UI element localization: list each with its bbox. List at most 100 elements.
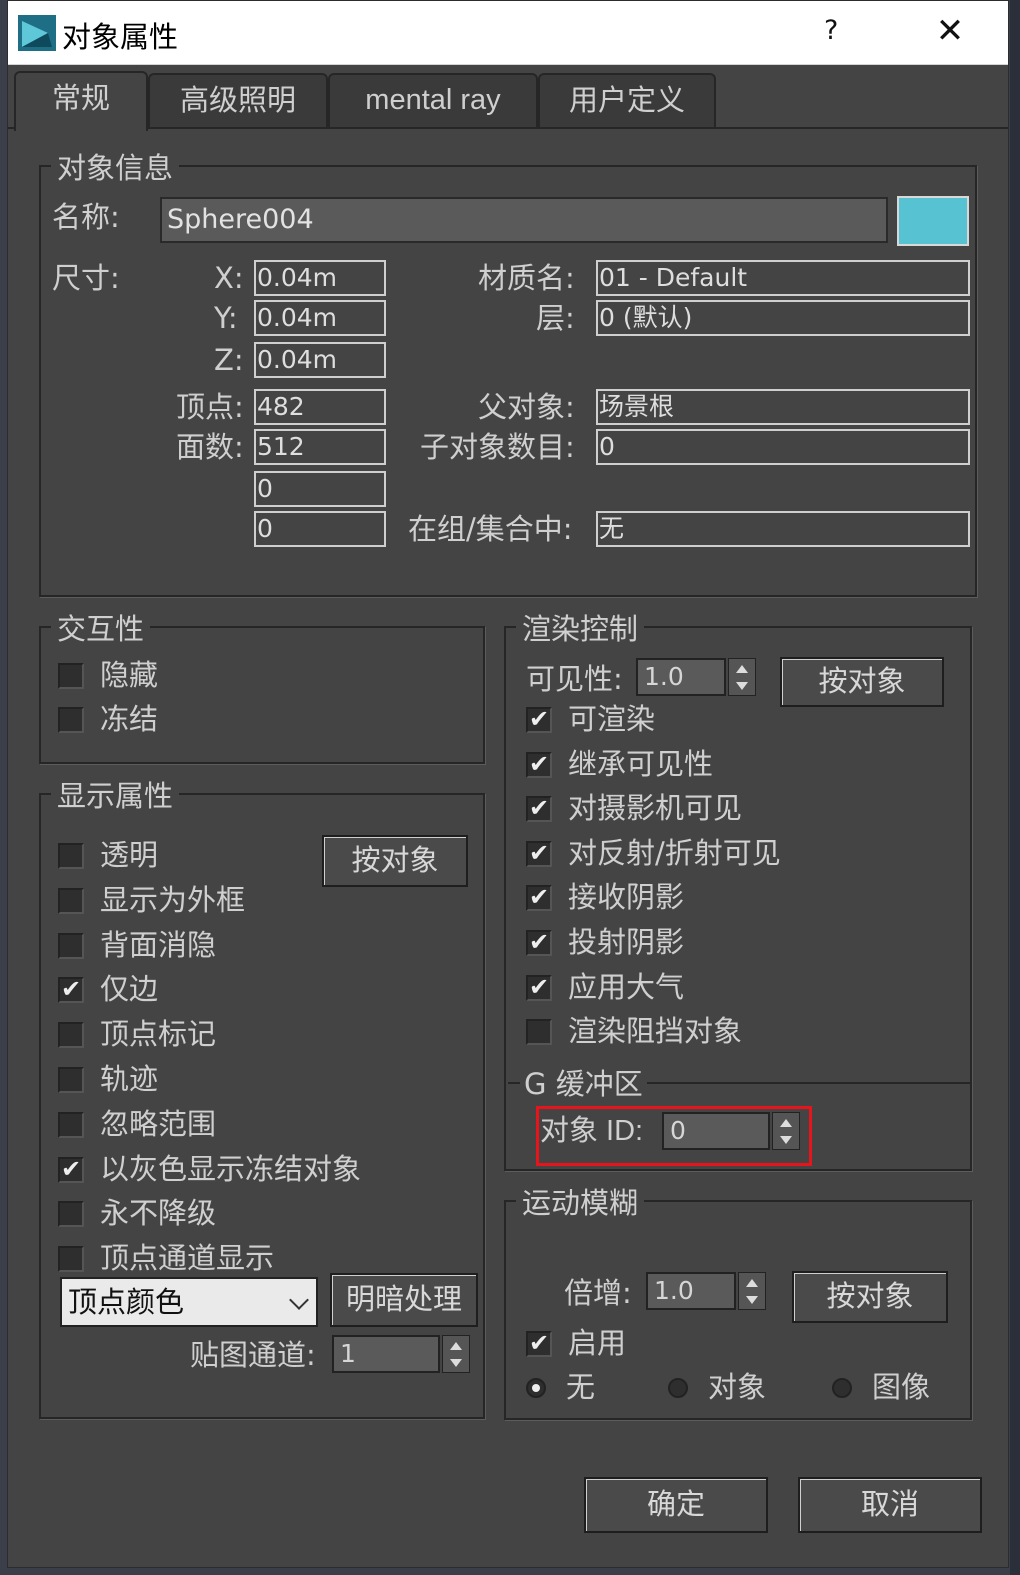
checkbox-box[interactable]: ✔ [526, 1330, 552, 1357]
vertices-label: 顶点: [176, 390, 244, 424]
checkbox-box[interactable] [58, 707, 84, 733]
name-input[interactable]: Sphere004 [160, 197, 888, 243]
visibility-value[interactable]: 1.0 [636, 658, 726, 696]
checkbox-label: 对摄影机可见 [568, 791, 743, 826]
help-button[interactable]: ? [824, 15, 838, 46]
cancel-button[interactable]: 取消 [798, 1477, 982, 1533]
render-checkbox-0[interactable]: ✔ 可渲染 [526, 701, 906, 737]
checkbox-box[interactable] [58, 1201, 84, 1228]
z-field: 0.04m [254, 342, 386, 378]
radio-none-label: 无 [566, 1370, 596, 1404]
checkbox-box[interactable]: ✔ [526, 840, 552, 867]
checkbox-box[interactable] [58, 663, 84, 689]
display-checkbox-4[interactable]: 顶点标记 [58, 1016, 438, 1052]
ok-button[interactable]: 确定 [584, 1477, 768, 1533]
checkbox-box[interactable] [58, 932, 84, 959]
checkbox-box[interactable] [58, 1067, 84, 1093]
render-control-legend: 渲染控制 [516, 606, 645, 648]
render-checkbox-5[interactable]: ✔ 投射阴影 [526, 924, 906, 960]
shade-button[interactable]: 明暗处理 [330, 1273, 478, 1327]
spinner-arrows-icon[interactable] [442, 1335, 470, 1373]
checkbox-box[interactable]: ✔ [526, 751, 552, 778]
interactivity-checkbox-1[interactable]: 冻结 [58, 701, 438, 737]
checkbox-label: 背面消隐 [100, 927, 217, 962]
enable-label: 启用 [568, 1326, 627, 1360]
checkbox-box[interactable]: ✔ [58, 1156, 84, 1183]
display-checkbox-7[interactable]: ✔ 以灰色显示冻结对象 [58, 1151, 438, 1187]
multiplier-spinner[interactable]: 1.0 [646, 1272, 768, 1310]
visibility-spinner[interactable]: 1.0 [636, 658, 758, 696]
checkbox-box[interactable]: ✔ [526, 705, 552, 733]
checkmark-icon: ✔ [529, 883, 550, 912]
render-checkbox-4[interactable]: ✔ 接收阴影 [526, 879, 906, 915]
checkbox-box[interactable] [58, 1111, 84, 1138]
map-channel-value[interactable]: 1 [332, 1335, 440, 1373]
checkmark-icon: ✔ [529, 705, 550, 733]
spinner-arrows-icon[interactable] [728, 658, 756, 696]
checkmark-icon: ✔ [529, 794, 550, 823]
faces-field: 512 [254, 429, 386, 465]
checkbox-label: 以灰色显示冻结对象 [100, 1151, 362, 1186]
background-strip [1010, 0, 1020, 1575]
display-checkbox-9[interactable]: 顶点通道显示 [58, 1240, 438, 1276]
checkbox-box[interactable]: ✔ [526, 974, 552, 1001]
radio-image[interactable]: 图像 [832, 1369, 972, 1405]
material-label: 材质名: [478, 261, 575, 295]
radio-object[interactable]: 对象 [668, 1369, 808, 1405]
checkbox-box[interactable]: ✔ [58, 976, 84, 1004]
visibility-label: 可见性: [526, 662, 623, 696]
render-checkbox-1[interactable]: ✔ 继承可见性 [526, 746, 906, 782]
checkbox-box[interactable]: ✔ [526, 929, 552, 956]
motion-blur-by-object-button[interactable]: 按对象 [792, 1271, 948, 1323]
material-field: 01 - Default [596, 260, 970, 296]
display-checkbox-5[interactable]: 轨迹 [58, 1061, 438, 1097]
render-checkbox-2[interactable]: ✔ 对摄影机可见 [526, 790, 906, 826]
radio-dot-icon[interactable] [832, 1378, 852, 1398]
app-3dsmax-icon [18, 15, 56, 51]
radio-none[interactable]: 无 [526, 1369, 646, 1405]
radio-dot-icon[interactable] [668, 1378, 688, 1398]
checkbox-box[interactable] [58, 887, 84, 914]
multiplier-value[interactable]: 1.0 [646, 1272, 736, 1310]
display-checkbox-3[interactable]: ✔ 仅边 [58, 971, 438, 1007]
parent-field: 场景根 [596, 389, 970, 425]
vertex-color-dropdown[interactable]: 顶点颜色 [60, 1277, 318, 1327]
parent-label: 父对象: [478, 390, 575, 424]
tab-divider [8, 127, 1008, 129]
checkbox-box[interactable] [58, 1246, 84, 1273]
checkbox-box[interactable]: ✔ [526, 794, 552, 823]
tab-mental-ray[interactable]: mental ray [328, 73, 538, 129]
render-checkbox-6[interactable]: ✔ 应用大气 [526, 969, 906, 1005]
map-channel-spinner[interactable]: 1 [332, 1335, 472, 1373]
interactivity-checkbox-0[interactable]: 隐藏 [58, 657, 438, 693]
tab-general[interactable]: 常规 [14, 71, 148, 131]
checkbox-box[interactable] [526, 1019, 552, 1046]
checkbox-box[interactable] [58, 1022, 84, 1049]
tab-user-defined[interactable]: 用户定义 [538, 73, 716, 129]
tab-advanced-lighting[interactable]: 高级照明 [148, 73, 328, 129]
display-checkbox-6[interactable]: 忽略范围 [58, 1106, 438, 1142]
spinner-arrows-icon[interactable] [738, 1272, 766, 1310]
render-by-object-button[interactable]: 按对象 [780, 657, 944, 707]
display-checkbox-0[interactable]: 透明 [58, 837, 438, 873]
object-color-swatch[interactable] [897, 196, 969, 246]
display-checkbox-2[interactable]: 背面消隐 [58, 927, 438, 963]
render-checkbox-7[interactable]: 渲染阻挡对象 [526, 1013, 906, 1049]
checkbox-label: 冻结 [100, 702, 159, 736]
render-checkbox-3[interactable]: ✔ 对反射/折射可见 [526, 835, 906, 871]
radio-image-label: 图像 [872, 1370, 931, 1404]
enable-checkbox[interactable]: ✔ 启用 [526, 1325, 726, 1361]
display-checkbox-8[interactable]: 永不降级 [58, 1195, 438, 1231]
checkbox-label: 对反射/折射可见 [568, 835, 781, 870]
children-field: 0 [596, 429, 970, 465]
display-checkbox-1[interactable]: 显示为外框 [58, 882, 438, 918]
extra-field-1: 0 [254, 471, 386, 507]
name-label: 名称: [52, 200, 120, 234]
dropdown-value: 顶点颜色 [68, 1285, 185, 1319]
map-channel-label: 贴图通道: [190, 1338, 316, 1372]
close-button[interactable]: ✕ [930, 11, 970, 51]
checkbox-label: 继承可见性 [568, 746, 714, 781]
radio-dot-icon[interactable] [526, 1378, 546, 1398]
checkbox-box[interactable] [58, 843, 84, 869]
checkbox-box[interactable]: ✔ [526, 883, 552, 912]
